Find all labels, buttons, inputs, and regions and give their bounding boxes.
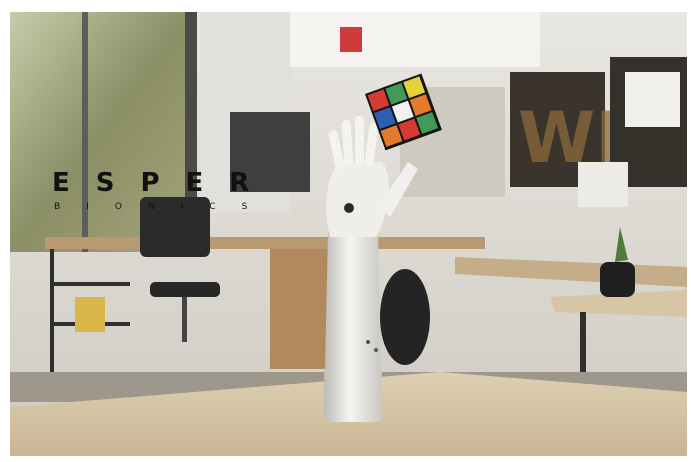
paper <box>625 72 680 127</box>
chair-seat <box>150 282 220 297</box>
chair-post <box>182 297 187 342</box>
upper-window <box>290 12 540 67</box>
logo: ESPER BIONICS <box>52 170 282 212</box>
logo-subtitle: BIONICS <box>54 202 274 212</box>
plant-pot <box>600 262 635 297</box>
shelf <box>50 282 130 286</box>
photo: WI <box>10 12 687 456</box>
logo-wordmark: ESPER <box>52 168 276 198</box>
backpack <box>380 269 430 365</box>
window-frame <box>82 12 88 252</box>
red-object <box>340 27 362 52</box>
office-scene: WI <box>10 12 687 456</box>
desk-leg <box>50 249 54 379</box>
paper <box>578 162 628 207</box>
yellow-box <box>75 297 105 332</box>
back-desk <box>45 237 485 249</box>
